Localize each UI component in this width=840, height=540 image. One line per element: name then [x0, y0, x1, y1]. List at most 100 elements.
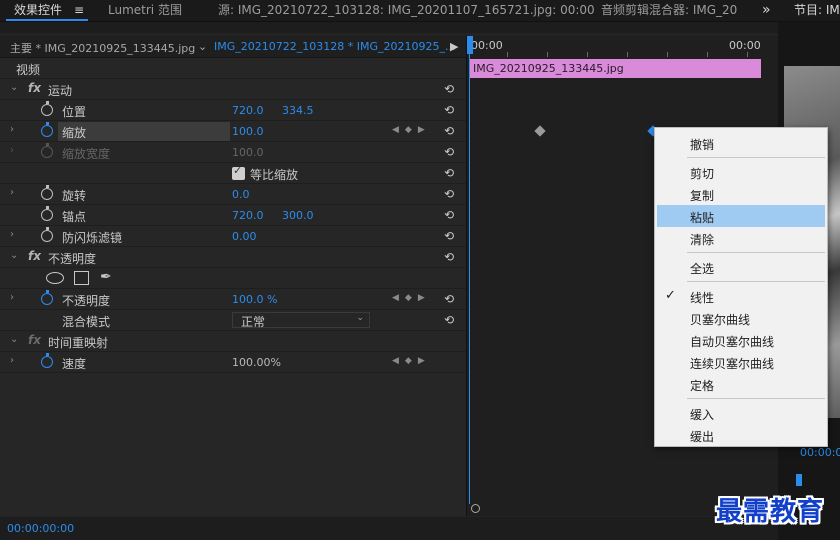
- fx-icon[interactable]: fx: [28, 249, 41, 263]
- reset-icon[interactable]: ⟲: [444, 313, 454, 327]
- position-y-value[interactable]: 334.5: [282, 104, 314, 117]
- active-tab-indicator: [6, 19, 88, 21]
- stopwatch-icon[interactable]: [41, 290, 53, 305]
- tab-lumetri-scopes[interactable]: Lumetri 范围: [108, 0, 182, 22]
- menu-item-paste[interactable]: 粘贴: [657, 205, 825, 227]
- fx-icon: fx: [28, 333, 41, 347]
- menu-item-label: 贝塞尔曲线: [690, 313, 751, 327]
- reset-icon[interactable]: ⟲: [444, 229, 454, 243]
- stopwatch-icon[interactable]: [41, 353, 53, 368]
- blend-mode-select[interactable]: 正常 ⌄: [232, 312, 370, 329]
- tab-program-monitor[interactable]: 节目: IM: [794, 0, 840, 22]
- mask-tools-row: ✒: [0, 268, 466, 289]
- current-timecode[interactable]: 00:00:00:00: [7, 522, 74, 535]
- menu-item-label: 线性: [690, 291, 715, 305]
- tab-source-monitor[interactable]: 源: IMG_20210722_103128: IMG_20201107_165…: [218, 0, 594, 22]
- expand-icon[interactable]: ›: [10, 229, 14, 240]
- menu-item-hold[interactable]: 定格: [657, 373, 825, 395]
- menu-item-auto-bezier[interactable]: 自动贝塞尔曲线: [657, 329, 825, 351]
- ellipse-mask-icon[interactable]: [46, 272, 64, 284]
- scroll-handle[interactable]: [471, 504, 480, 513]
- expand-icon[interactable]: ›: [10, 355, 14, 366]
- reset-icon[interactable]: ⟲: [444, 145, 454, 159]
- fx-icon[interactable]: fx: [28, 81, 41, 95]
- opacity-section-label: 不透明度: [48, 252, 97, 266]
- rotation-row: › 旋转 0.0 ⟲: [0, 184, 466, 205]
- menu-item-select-all[interactable]: 全选: [657, 256, 825, 278]
- time-ruler[interactable]: 00:00 00:00: [467, 36, 779, 58]
- menu-item-ease-in[interactable]: 缓入: [657, 402, 825, 424]
- speed-label: 速度: [62, 357, 87, 371]
- opacity-effect-row[interactable]: ⌄ fx 不透明度 ⟲: [0, 247, 466, 268]
- anchor-x-value[interactable]: 720.0: [232, 209, 264, 222]
- blend-mode-label: 混合模式: [62, 315, 111, 329]
- speed-value[interactable]: 100.00%: [232, 356, 281, 369]
- position-x-value[interactable]: 720.0: [232, 104, 264, 117]
- reset-icon[interactable]: ⟲: [444, 124, 454, 138]
- pen-mask-icon[interactable]: ✒: [100, 269, 112, 285]
- stopwatch-icon[interactable]: [41, 185, 53, 200]
- master-clip-tab[interactable]: 主要 * IMG_20210925_133445.jpg: [10, 40, 195, 56]
- menu-item-bezier[interactable]: 贝塞尔曲线: [657, 307, 825, 329]
- scale-width-value: 100.0: [232, 146, 264, 159]
- sequence-clip-tab[interactable]: IMG_20210722_103128 * IMG_20210925_...: [214, 40, 455, 53]
- scale-value[interactable]: 100.0: [232, 125, 264, 138]
- playhead-line: [469, 54, 470, 504]
- menu-item-linear[interactable]: ✓ 线性: [657, 285, 825, 307]
- expand-icon[interactable]: ›: [10, 187, 14, 198]
- collapse-icon[interactable]: ⌄: [10, 82, 18, 93]
- playhead-handle[interactable]: [467, 36, 473, 54]
- play-icon[interactable]: ▶: [450, 40, 458, 53]
- anchor-row: 锚点 720.0 300.0 ⟲: [0, 205, 466, 226]
- menu-item-continuous-bezier[interactable]: 连续贝塞尔曲线: [657, 351, 825, 373]
- menu-item-ease-out[interactable]: 缓出: [657, 424, 825, 446]
- menu-item-copy[interactable]: 复制: [657, 183, 825, 205]
- chevron-down-icon[interactable]: ⌄: [198, 40, 207, 53]
- menu-separator: [687, 157, 825, 158]
- expand-icon[interactable]: ›: [10, 292, 14, 303]
- stopwatch-icon[interactable]: [41, 206, 53, 221]
- menu-item-label: 清除: [690, 233, 715, 247]
- program-timecode[interactable]: 00:00:05: [800, 446, 840, 459]
- scale-label: 缩放: [62, 126, 87, 140]
- chevron-down-icon: ⌄: [356, 313, 364, 323]
- reset-icon[interactable]: ⟲: [444, 82, 454, 96]
- keyframe-navigator[interactable]: ◀◆▶: [392, 356, 431, 366]
- timeline-clip[interactable]: IMG_20210925_133445.jpg: [469, 59, 761, 78]
- motion-effect-row[interactable]: ⌄ fx 运动 ⟲: [0, 79, 466, 100]
- menu-item-clear[interactable]: 清除: [657, 227, 825, 249]
- tab-audio-clip-mixer[interactable]: 音频剪辑混合器: IMG_20: [601, 0, 739, 22]
- collapse-icon[interactable]: ⌄: [10, 250, 18, 261]
- stopwatch-icon: [41, 143, 53, 158]
- reset-icon[interactable]: ⟲: [444, 292, 454, 306]
- reset-icon[interactable]: ⟲: [444, 103, 454, 117]
- collapse-icon[interactable]: ⌄: [10, 334, 18, 345]
- keyframe-marker[interactable]: [534, 125, 546, 137]
- menu-item-cut[interactable]: 剪切: [657, 161, 825, 183]
- keyframe-navigator[interactable]: ◀◆▶: [392, 293, 431, 303]
- reset-icon[interactable]: ⟲: [444, 208, 454, 222]
- keyframe-navigator[interactable]: ◀◆▶: [392, 125, 431, 135]
- check-icon: ✓: [665, 288, 676, 303]
- position-label: 位置: [62, 105, 87, 119]
- overflow-tabs-icon[interactable]: »: [762, 0, 771, 22]
- expand-icon[interactable]: ›: [10, 124, 14, 135]
- stopwatch-icon[interactable]: [41, 227, 53, 242]
- position-row: 位置 720.0 334.5 ⟲: [0, 100, 466, 121]
- menu-item-label: 粘贴: [690, 211, 715, 225]
- reset-icon[interactable]: ⟲: [444, 166, 454, 180]
- reset-icon[interactable]: ⟲: [444, 250, 454, 264]
- menu-item-undo[interactable]: 撤销: [657, 132, 825, 154]
- menu-separator: [687, 398, 825, 399]
- stopwatch-icon[interactable]: [41, 101, 53, 116]
- opacity-value[interactable]: 100.0 %: [232, 293, 277, 306]
- rotation-value[interactable]: 0.0: [232, 188, 250, 201]
- uniform-scale-checkbox[interactable]: [232, 164, 245, 180]
- rectangle-mask-icon[interactable]: [74, 271, 89, 285]
- program-playhead[interactable]: [796, 474, 802, 486]
- stopwatch-icon[interactable]: [41, 122, 53, 137]
- anti-flicker-value[interactable]: 0.00: [232, 230, 257, 243]
- time-remap-effect-row[interactable]: ⌄ fx 时间重映射: [0, 331, 466, 352]
- reset-icon[interactable]: ⟲: [444, 187, 454, 201]
- anchor-y-value[interactable]: 300.0: [282, 209, 314, 222]
